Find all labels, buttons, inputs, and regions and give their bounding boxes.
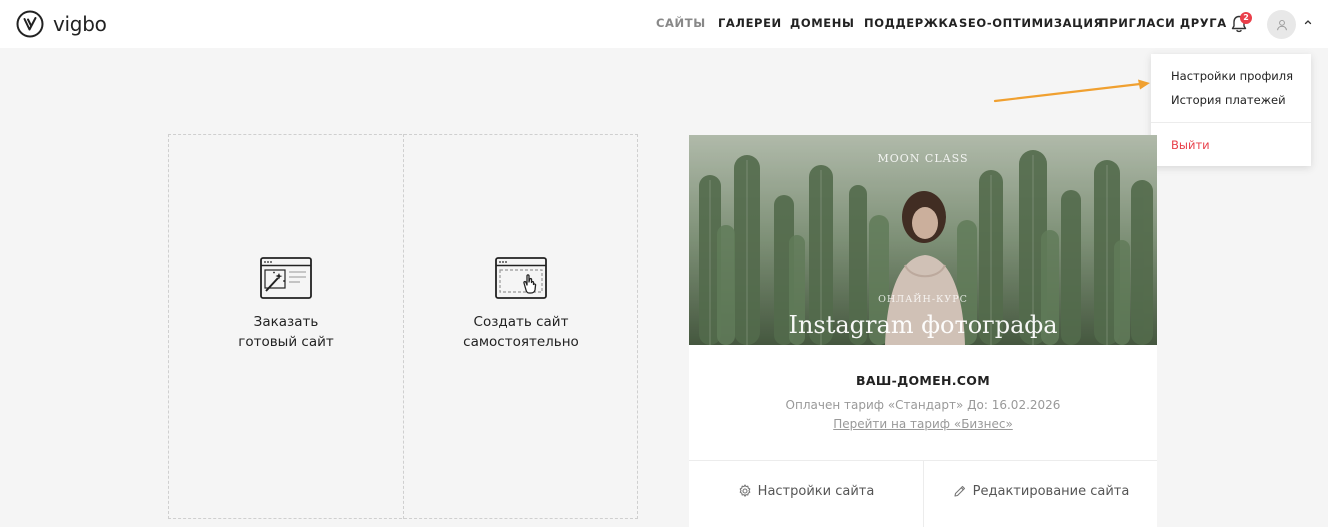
plan-status: Оплачен тариф «Стандарт» До: 16.02.2026 xyxy=(785,398,1061,412)
edit-site-button[interactable]: Редактирование сайта xyxy=(924,461,1158,521)
gear-icon xyxy=(739,484,751,497)
nav-invite-friend[interactable]: ПРИГЛАСИ ДРУГА xyxy=(1099,16,1227,30)
upgrade-plan-link[interactable]: Перейти на тариф «Бизнес» xyxy=(833,417,1013,431)
menu-divider xyxy=(1151,122,1311,123)
site-domain[interactable]: ВАШ-ДОМЕН.COM xyxy=(689,373,1157,388)
magic-wand-window-icon xyxy=(260,257,312,299)
preview-subtitle: ОНЛАЙН-КУРС xyxy=(878,294,968,305)
notification-badge: 2 xyxy=(1240,12,1252,24)
preview-title: Instagram фотографа xyxy=(788,311,1058,339)
nav-sites[interactable]: САЙТЫ xyxy=(656,16,706,30)
order-ready-site-card[interactable]: Заказать готовый сайт xyxy=(169,135,403,518)
preview-brand: MOON CLASS xyxy=(877,152,969,165)
order-ready-label-line2: готовый сайт xyxy=(238,334,334,350)
vigbo-logo[interactable]: vigbo xyxy=(16,10,107,38)
nav-seo[interactable]: SEO-ОПТИМИЗАЦИЯ xyxy=(959,16,1103,30)
site-card: MOON CLASS ОНЛАЙН-КУРС Instagram фотогра… xyxy=(689,135,1157,527)
pencil-icon xyxy=(954,485,965,497)
site-settings-button[interactable]: Настройки сайта xyxy=(689,461,923,521)
user-icon xyxy=(1276,19,1287,30)
logo-text: vigbo xyxy=(53,12,107,36)
vigbo-logo-icon xyxy=(16,10,44,38)
edit-site-label: Редактирование сайта xyxy=(972,483,1130,499)
avatar[interactable] xyxy=(1267,10,1296,39)
chevron-up-icon[interactable] xyxy=(1303,17,1313,27)
create-self-label-line1: Создать сайт xyxy=(473,314,569,330)
create-self-site-label: Создать сайт самостоятельно xyxy=(404,312,638,352)
nav-domains[interactable]: ДОМЕНЫ xyxy=(790,16,854,30)
nav-galleries[interactable]: ГАЛЕРЕИ xyxy=(718,16,782,30)
site-preview-image[interactable]: MOON CLASS ОНЛАЙН-КУРС Instagram фотогра… xyxy=(689,135,1157,345)
hand-pointer-window-icon xyxy=(495,257,547,299)
annotation-arrow xyxy=(993,79,1150,103)
order-ready-site-label: Заказать готовый сайт xyxy=(169,312,403,352)
menu-logout[interactable]: Выйти xyxy=(1171,138,1210,152)
profile-dropdown: Настройки профиля История платежей Выйти xyxy=(1151,54,1311,166)
upgrade-plan-row: Перейти на тариф «Бизнес» xyxy=(689,417,1157,431)
create-self-site-card[interactable]: Создать сайт самостоятельно xyxy=(404,135,638,518)
create-self-label-line2: самостоятельно xyxy=(463,334,579,350)
menu-profile-settings[interactable]: Настройки профиля xyxy=(1171,69,1293,83)
top-header: vigbo САЙТЫ ГАЛЕРЕИ ДОМЕНЫ ПОДДЕРЖКА SEO… xyxy=(0,0,1328,48)
menu-payment-history[interactable]: История платежей xyxy=(1171,93,1286,107)
site-settings-label: Настройки сайта xyxy=(757,483,875,499)
order-ready-label-line1: Заказать xyxy=(253,314,319,330)
nav-support[interactable]: ПОДДЕРЖКА xyxy=(864,16,958,30)
